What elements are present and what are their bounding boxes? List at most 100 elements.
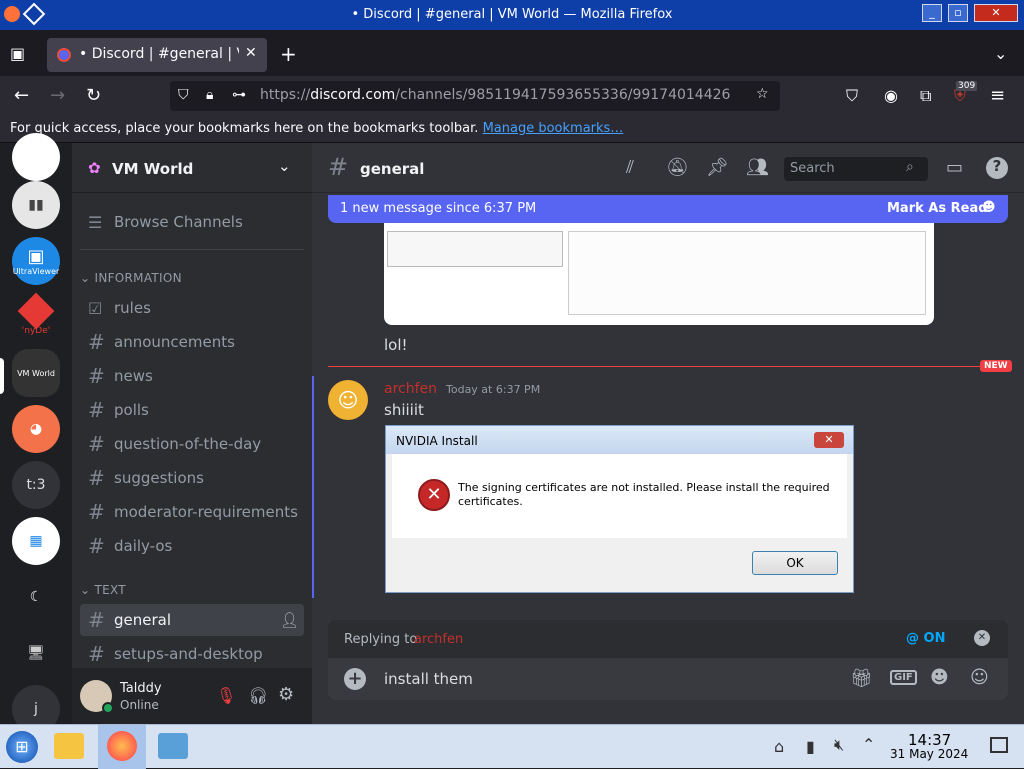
server-icon-10[interactable]: 🖥︎ xyxy=(12,629,60,677)
mention-toggle[interactable]: @ ON xyxy=(906,631,945,646)
emoji-icon[interactable]: ☺ xyxy=(970,667,989,688)
forward-icon[interactable]: → xyxy=(50,85,65,106)
threads-icon[interactable]: ⫽ xyxy=(626,157,634,178)
message-input[interactable]: install them xyxy=(384,670,473,688)
tab-list-icon[interactable]: ▣ xyxy=(10,44,25,63)
manage-bookmarks-link[interactable]: Manage bookmarks… xyxy=(483,121,624,136)
server-icon-anydesk[interactable]: 'nyDe' xyxy=(12,292,60,341)
bookmarks-hint: For quick access, place your bookmarks h… xyxy=(10,121,479,136)
start-button-icon[interactable]: ⊞ xyxy=(6,731,38,763)
server-icon-ultraviewer[interactable]: ▣ UltraViewer xyxy=(12,237,60,285)
category-text[interactable]: ⌄ TEXT xyxy=(80,583,126,597)
channel-general[interactable]: # general 👤︎ xyxy=(80,604,304,636)
help-icon[interactable]: ? xyxy=(986,157,1008,179)
pocket-icon[interactable]: ⛉ xyxy=(846,86,858,106)
message-author[interactable]: archfen xyxy=(384,381,437,397)
minimize-button[interactable]: _ xyxy=(922,4,942,22)
server-icon-8[interactable]: ▦ xyxy=(12,517,60,565)
file-explorer-icon[interactable] xyxy=(54,733,84,759)
user-panel: Talddy Online 🎙︎ 🎧︎ ⚙ xyxy=(72,668,312,724)
maximize-button[interactable]: ▫ xyxy=(948,4,968,22)
channel-announcements[interactable]: # announcements xyxy=(80,326,304,358)
account-icon[interactable]: ◉ xyxy=(884,86,898,105)
channel-suggestions[interactable]: # suggestions xyxy=(80,462,304,494)
mute-mic-icon[interactable]: 🎙︎ xyxy=(216,686,236,705)
server-icon-1[interactable] xyxy=(12,133,60,181)
network-icon[interactable]: ⌂ xyxy=(774,737,784,756)
attachment-window-panel xyxy=(387,231,563,267)
server-label-t3: t:3 xyxy=(26,477,46,493)
new-tab-icon[interactable]: + xyxy=(280,42,297,66)
notification-bell-icon[interactable]: 🔕︎ xyxy=(666,157,689,178)
channel-label: moderator-requirements xyxy=(114,503,298,521)
reload-icon[interactable]: ↻ xyxy=(86,85,101,106)
image-attachment[interactable] xyxy=(384,223,934,325)
category-information[interactable]: ⌄ INFORMATION xyxy=(80,271,182,285)
volume-muted-icon[interactable]: 🔇︎ xyxy=(834,735,844,755)
mark-as-read-button[interactable]: Mark As Read xyxy=(887,201,988,216)
browse-channels[interactable]: ☰ Browse Channels xyxy=(80,206,304,238)
server-icon-6[interactable]: ◕ xyxy=(12,405,60,453)
back-icon[interactable]: ← xyxy=(14,85,29,106)
channel-label: suggestions xyxy=(114,469,204,487)
battery-icon[interactable]: ▮ xyxy=(806,737,815,756)
new-divider xyxy=(328,366,980,367)
dialog-title: NVIDIA Install xyxy=(396,434,478,448)
app-menu-icon[interactable]: ≡ xyxy=(990,85,1005,106)
gift-icon[interactable]: 🎁︎ xyxy=(850,668,873,689)
reply-username: archfen xyxy=(414,632,464,647)
lock-icon[interactable]: 🔒︎ xyxy=(206,87,213,103)
search-icon: ⌕ xyxy=(906,159,914,175)
bookmark-star-icon[interactable]: ☆ xyxy=(756,86,769,102)
attach-plus-icon[interactable]: + xyxy=(344,668,366,690)
url-text[interactable]: https://discord.com/channels/98511941759… xyxy=(260,87,748,103)
channel-polls[interactable]: # polls xyxy=(80,394,304,426)
tab-overflow-chevron-icon[interactable]: ⌄ xyxy=(994,44,1007,63)
channel-news[interactable]: # news xyxy=(80,360,304,392)
chevron-down-icon[interactable]: ⌄ xyxy=(278,157,291,175)
server-icon-9[interactable]: ☾ xyxy=(12,573,60,621)
member-list-icon[interactable]: 👥︎ xyxy=(746,157,769,178)
tab-close-icon[interactable]: ✕ xyxy=(245,45,257,61)
show-desktop-icon[interactable] xyxy=(990,737,1008,753)
new-messages-bar[interactable]: 1 new message since 6:37 PM Mark As Read… xyxy=(328,195,1008,223)
hash-icon: # xyxy=(88,642,105,666)
server-icon-t3[interactable]: t:3 xyxy=(12,461,60,509)
create-invite-icon[interactable]: 👤︎ xyxy=(280,611,299,629)
channel-rules[interactable]: ☑ rules xyxy=(80,292,304,324)
channel-question-of-the-day[interactable]: # question-of-the-day xyxy=(80,428,304,460)
clock-date[interactable]: 31 May 2024 xyxy=(890,747,968,761)
pin-icon[interactable]: 📌︎ xyxy=(706,157,729,178)
headphones-icon[interactable]: 🎧︎ xyxy=(248,686,268,705)
monitor-icon: ▣ xyxy=(27,246,45,267)
gif-icon[interactable]: GIF xyxy=(890,670,917,685)
server-header[interactable]: ✿ VM World ⌄ xyxy=(72,143,312,193)
hash-icon: # xyxy=(88,364,105,388)
server-icon-2[interactable]: ▮▮ xyxy=(12,181,60,229)
sticker-icon[interactable]: ☻ xyxy=(930,667,949,688)
channel-label: announcements xyxy=(114,333,235,351)
cancel-reply-icon[interactable]: ✕ xyxy=(974,630,990,646)
channel-daily-os[interactable]: # daily-os xyxy=(80,530,304,562)
settings-gear-icon[interactable]: ⚙ xyxy=(278,684,294,705)
online-status-icon xyxy=(102,702,114,714)
shield-icon[interactable]: ⛉ xyxy=(178,87,189,103)
inbox-icon[interactable]: ▭ xyxy=(946,157,963,178)
tab-discord[interactable]: • Discord | #general | VM ✕ xyxy=(47,38,267,72)
dialog-screenshot-attachment[interactable]: NVIDIA Install ✕ ✕ The signing certifica… xyxy=(385,425,854,593)
channel-setups-and-desktop[interactable]: # setups-and-desktop xyxy=(80,638,304,670)
channel-moderator-requirements[interactable]: # moderator-requirements xyxy=(80,496,304,528)
author-avatar[interactable]: ☺ xyxy=(328,380,368,420)
url-bar[interactable]: ⛉ 🔒︎ ⊶ https://discord.com/channels/9851… xyxy=(170,81,780,111)
tray-expand-icon[interactable]: ⌃ xyxy=(862,735,875,754)
extensions-icon[interactable]: ⧉ xyxy=(920,86,931,106)
permissions-icon[interactable]: ⊶ xyxy=(232,87,246,103)
channel-title: general xyxy=(360,160,425,178)
server-label-vm-world: VM World xyxy=(17,368,55,378)
server-icon-vm-world[interactable]: VM World xyxy=(12,349,60,397)
close-window-button[interactable]: ✕ xyxy=(974,4,1018,22)
dialog-close-icon: ✕ xyxy=(814,432,844,448)
control-panel-icon[interactable] xyxy=(158,733,188,759)
hash-icon: # xyxy=(88,608,105,632)
search-input[interactable]: Search ⌕ xyxy=(784,157,928,181)
